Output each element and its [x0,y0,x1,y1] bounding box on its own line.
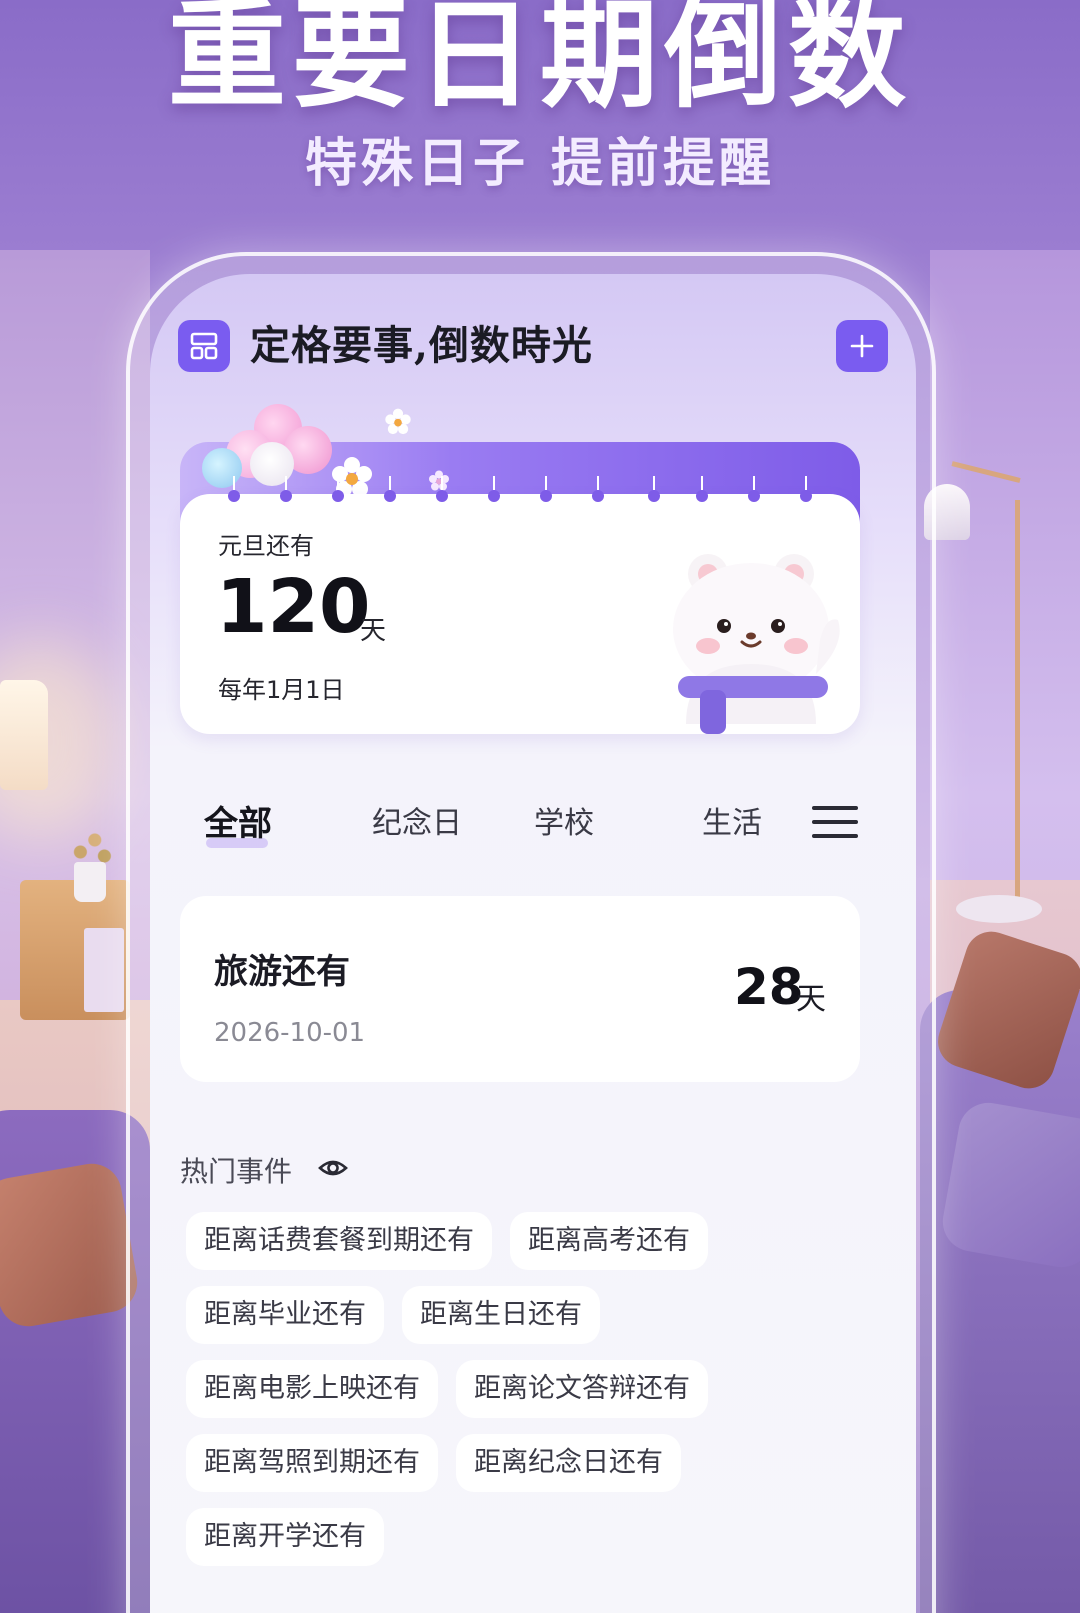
table-lamp [0,680,48,790]
tab-all[interactable]: 全部 [204,804,272,844]
cabinet-door [84,928,124,1012]
sofa-right [920,990,1080,1613]
hot-event-chip[interactable]: 距离驾照到期还有 [186,1434,438,1492]
daisy-tiny-icon [429,470,449,491]
floor-lamp-base [956,895,1042,923]
binder-ring [696,476,708,502]
bear-mascot-icon [673,554,840,734]
hot-event-chip[interactable]: 距离话费套餐到期还有 [186,1212,492,1270]
hero-days-unit: 天 [360,616,387,646]
pillow-right-lavender [938,1098,1080,1272]
flower-decoration [202,404,332,504]
binder-ring [488,476,500,502]
layout-grid-icon[interactable] [178,320,230,372]
binder-ring [800,476,812,502]
hot-event-chip[interactable]: 距离生日还有 [402,1286,600,1344]
hot-events-header: 热门事件 [180,1150,348,1190]
hero-countdown-card[interactable]: 元旦还有 120 天 每年1月1日 [180,404,860,734]
hot-event-chip[interactable]: 距离高考还有 [510,1212,708,1270]
tab-anniversary[interactable]: 纪念日 [372,804,462,844]
app-header: 定格要事,倒数時光 [178,320,888,372]
binder-ring [748,476,760,502]
promo-subheadline: 特殊日子 提前提醒 [304,134,776,194]
hot-event-chip[interactable]: 距离开学还有 [186,1508,384,1566]
floor-lamp-pole [1015,500,1020,900]
hero-label: 元旦还有 [218,532,314,560]
binder-ring [436,476,448,502]
binder-ring [280,476,292,502]
phone-screen: 定格要事,倒数時光 元旦还有 120 天 每年1月1日 全部 纪念日 学校 生活… [150,274,916,1613]
event-days-unit: 天 [796,982,826,1017]
hot-event-chip[interactable]: 距离电影上映还有 [186,1360,438,1418]
event-date: 2026-10-01 [214,1018,366,1048]
hot-events-chips: 距离话费套餐到期还有 距离高考还有 距离毕业还有 距离生日还有 距离电影上映还有… [186,1212,886,1582]
eye-icon[interactable] [318,1154,348,1182]
binder-ring [228,476,240,502]
event-title: 旅游还有 [214,952,350,992]
hot-event-chip[interactable]: 距离纪念日还有 [456,1434,681,1492]
hot-event-chip[interactable]: 距离毕业还有 [186,1286,384,1344]
tab-life[interactable]: 生活 [702,804,762,844]
binder-ring [384,476,396,502]
hot-event-chip[interactable]: 距离论文答辩还有 [456,1360,708,1418]
binder-ring [332,476,344,502]
menu-icon[interactable] [812,802,858,842]
promo-headline: 重要日期倒数 [167,0,912,124]
app-title: 定格要事,倒数時光 [250,322,593,369]
hero-days-count: 120 [216,564,371,650]
hot-events-title: 热门事件 [180,1155,293,1188]
binder-ring [592,476,604,502]
hero-repeat-date: 每年1月1日 [218,676,345,704]
tab-school[interactable]: 学校 [534,804,594,844]
plus-icon [850,334,874,358]
event-card[interactable]: 旅游还有 2026-10-01 28 天 [180,896,860,1082]
event-days-count: 28 [734,958,804,1016]
plant-pot [74,862,106,902]
binder-ring [648,476,660,502]
category-tabs: 全部 纪念日 学校 生活 [150,794,916,854]
binder-ring [540,476,552,502]
add-button[interactable] [836,320,888,372]
daisy-small-icon [385,408,411,435]
